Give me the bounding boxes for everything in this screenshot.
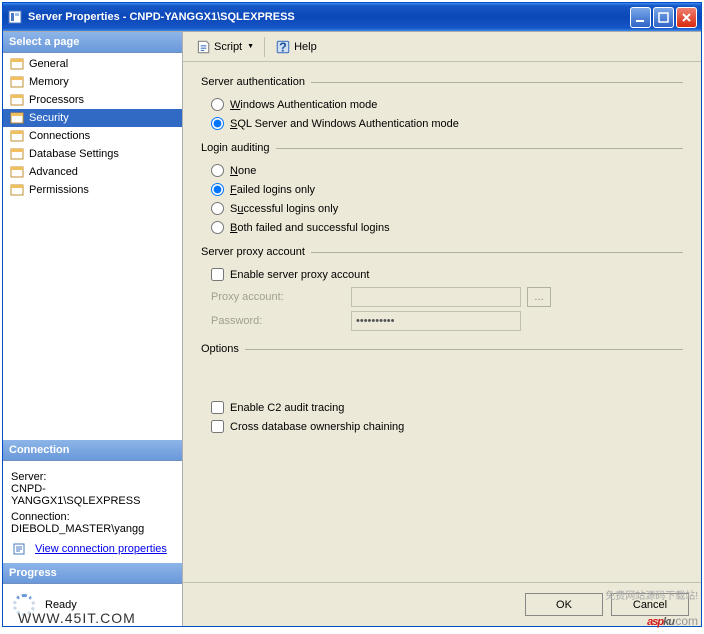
- group-title: Login auditing: [201, 142, 270, 154]
- select-page-header: Select a page: [3, 32, 182, 53]
- window-title: Server Properties - CNPD-YANGGX1\SQLEXPR…: [28, 11, 630, 23]
- group-title: Server authentication: [201, 76, 305, 88]
- proxy-password-label: Password:: [211, 315, 351, 327]
- sidebar-item-label: Permissions: [29, 184, 89, 196]
- page-icon: [9, 92, 25, 108]
- content-area: Server authentication Windows Authentica…: [183, 62, 701, 582]
- sidebar-item-database-settings[interactable]: Database Settings: [3, 145, 182, 163]
- dropdown-arrow-icon: ▼: [247, 43, 254, 50]
- help-button[interactable]: ? Help: [269, 36, 323, 58]
- main-panel: Script ▼ ? Help Server authentication Wi…: [183, 32, 701, 626]
- script-icon: [195, 39, 211, 55]
- options-group: Options Enable C2 audit tracing Cross da…: [201, 343, 683, 433]
- svg-text:?: ?: [279, 40, 287, 54]
- page-icon: [9, 146, 25, 162]
- view-connection-properties-link[interactable]: View connection properties: [11, 541, 174, 557]
- proxy-account-input: [351, 287, 521, 307]
- proxy-password-input: [351, 311, 521, 331]
- link-text: View connection properties: [35, 543, 167, 555]
- proxy-group: Server proxy account Enable server proxy…: [201, 246, 683, 331]
- maximize-button[interactable]: [653, 7, 674, 28]
- page-icon: [9, 110, 25, 126]
- server-auth-group: Server authentication Windows Authentica…: [201, 76, 683, 130]
- connection-info: Server: CNPD-YANGGX1\SQLEXPRESS Connecti…: [3, 461, 182, 563]
- page-icon: [9, 74, 25, 90]
- server-label: Server:: [11, 471, 174, 483]
- page-list: General Memory Processors Security Conne…: [3, 53, 182, 201]
- sidebar-item-connections[interactable]: Connections: [3, 127, 182, 145]
- page-icon: [9, 128, 25, 144]
- sql-windows-auth-radio[interactable]: SQL Server and Windows Authentication mo…: [211, 117, 683, 130]
- enable-proxy-checkbox[interactable]: Enable server proxy account: [211, 268, 683, 281]
- sidebar-item-security[interactable]: Security: [3, 109, 182, 127]
- audit-success-radio[interactable]: Successful logins only: [211, 202, 683, 215]
- separator: [264, 37, 265, 57]
- sidebar-item-label: Processors: [29, 94, 84, 106]
- group-title: Options: [201, 343, 239, 355]
- sidebar-item-label: Advanced: [29, 166, 78, 178]
- login-audit-group: Login auditing None Failed logins only S…: [201, 142, 683, 234]
- properties-icon: [11, 541, 27, 557]
- group-title: Server proxy account: [201, 246, 305, 258]
- ok-button[interactable]: OK: [525, 593, 603, 616]
- audit-both-radio[interactable]: Both failed and successful logins: [211, 221, 683, 234]
- server-value: CNPD-YANGGX1\SQLEXPRESS: [11, 483, 174, 507]
- titlebar[interactable]: Server Properties - CNPD-YANGGX1\SQLEXPR…: [3, 3, 701, 31]
- sidebar-item-processors[interactable]: Processors: [3, 91, 182, 109]
- watermark-cn: 免费网站源码下载站!: [605, 587, 698, 602]
- audit-none-radio[interactable]: None: [211, 164, 683, 177]
- server-properties-window: Server Properties - CNPD-YANGGX1\SQLEXPR…: [2, 2, 702, 627]
- close-button[interactable]: [676, 7, 697, 28]
- app-icon: [7, 9, 23, 25]
- minimize-button[interactable]: [630, 7, 651, 28]
- toolbar: Script ▼ ? Help: [183, 32, 701, 62]
- sidebar-item-memory[interactable]: Memory: [3, 73, 182, 91]
- sidebar: Select a page General Memory Processors …: [3, 32, 183, 626]
- audit-failed-radio[interactable]: Failed logins only: [211, 183, 683, 196]
- browse-account-button: ...: [527, 287, 551, 307]
- sidebar-item-permissions[interactable]: Permissions: [3, 181, 182, 199]
- progress-spinner-icon: [13, 594, 35, 616]
- c2-audit-checkbox[interactable]: Enable C2 audit tracing: [211, 401, 683, 414]
- proxy-account-label: Proxy account:: [211, 291, 351, 303]
- page-icon: [9, 164, 25, 180]
- progress-header: Progress: [3, 563, 182, 584]
- sidebar-item-label: Security: [29, 112, 69, 124]
- windows-auth-radio[interactable]: Windows Authentication mode: [211, 98, 683, 111]
- connection-label: Connection:: [11, 511, 174, 523]
- connection-value: DIEBOLD_MASTER\yangg: [11, 523, 174, 535]
- sidebar-item-label: Database Settings: [29, 148, 119, 160]
- page-icon: [9, 182, 25, 198]
- sidebar-item-advanced[interactable]: Advanced: [3, 163, 182, 181]
- help-label: Help: [294, 41, 317, 53]
- script-label: Script: [214, 41, 242, 53]
- sidebar-item-general[interactable]: General: [3, 55, 182, 73]
- sidebar-item-label: General: [29, 58, 68, 70]
- progress-status: Ready: [3, 584, 182, 626]
- connection-header: Connection: [3, 440, 182, 461]
- progress-text: Ready: [45, 599, 77, 611]
- sidebar-item-label: Memory: [29, 76, 69, 88]
- cross-db-checkbox[interactable]: Cross database ownership chaining: [211, 420, 683, 433]
- window-controls: [630, 7, 697, 28]
- script-button[interactable]: Script ▼: [189, 36, 260, 58]
- help-icon: ?: [275, 39, 291, 55]
- sidebar-item-label: Connections: [29, 130, 90, 142]
- page-icon: [9, 56, 25, 72]
